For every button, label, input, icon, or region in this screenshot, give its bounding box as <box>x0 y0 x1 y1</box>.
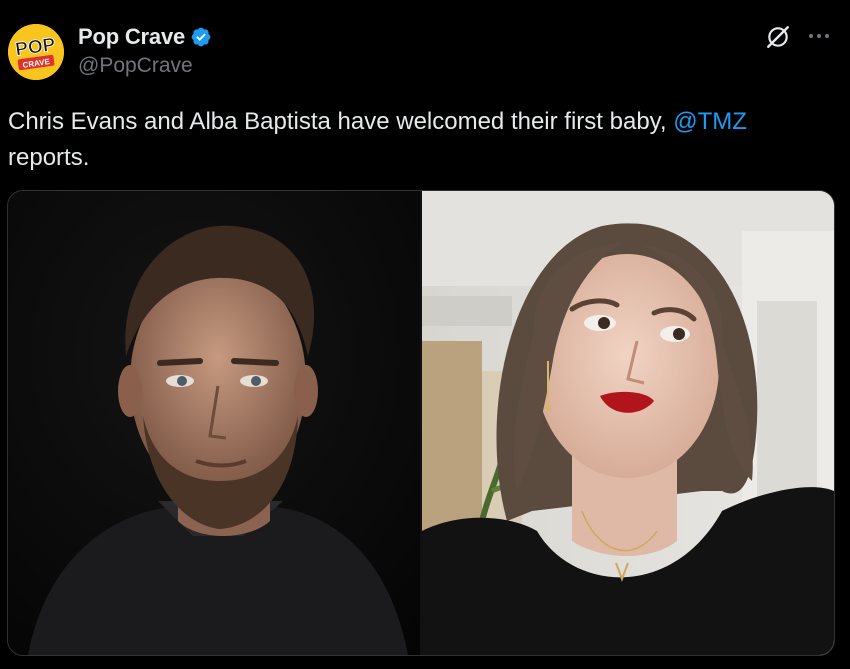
portrait-woman <box>422 191 834 655</box>
tweet-text-end: reports. <box>8 144 90 171</box>
tweet-text: Chris Evans and Alba Baptista have welco… <box>8 104 838 176</box>
handle[interactable]: @PopCrave <box>78 54 212 78</box>
display-name[interactable]: Pop Crave <box>78 24 185 50</box>
photo-left[interactable] <box>8 191 420 655</box>
photo-right[interactable] <box>422 191 834 655</box>
avatar[interactable]: POP CRAVE <box>8 24 64 80</box>
tweet-text-body: Chris Evans and Alba Baptista have welco… <box>8 108 674 135</box>
portrait-man <box>8 191 420 655</box>
more-icon[interactable] <box>806 28 832 44</box>
tweet[interactable]: POP CRAVE Pop Crave @PopCrave Chris Evan… <box>0 0 850 669</box>
mention-link[interactable]: @TMZ <box>673 108 747 135</box>
grok-icon[interactable] <box>765 24 791 50</box>
media-grid <box>7 190 835 656</box>
pop-crave-logo: POP CRAVE <box>8 24 64 80</box>
author-block: Pop Crave @PopCrave <box>78 22 212 78</box>
verified-badge-icon <box>191 27 211 47</box>
